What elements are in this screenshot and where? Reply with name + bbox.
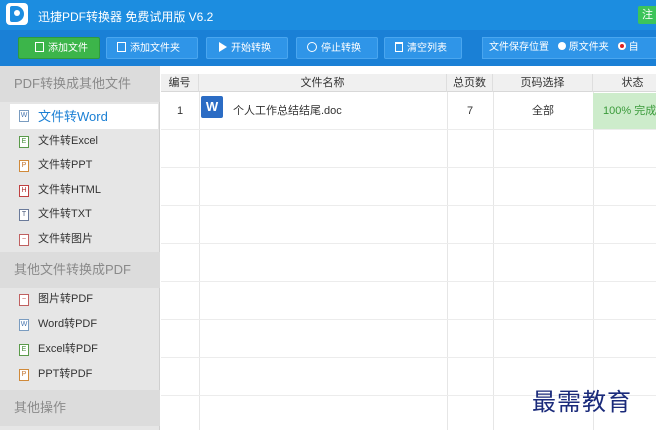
section-other-to-pdf[interactable]: 其他文件转换成PDF [0,252,160,288]
word-document-icon: W [201,96,223,118]
excel-file-icon: E [19,136,29,148]
row-divider [161,205,656,206]
add-folder-label: 添加文件夹 [130,43,180,54]
excel-file-icon: E [19,344,29,356]
file-table: 编号 文件名称 总页数 页码选择 状态 1 W 个人工作总结结尾.doc 7 全… [161,74,656,430]
section-other-operations[interactable]: 其他操作 [0,390,160,426]
sidebar-item-label: 文件转PPT [38,159,93,171]
sidebar-item-file-to-html[interactable]: H 文件转HTML [10,179,158,202]
sidebar-item-file-to-txt[interactable]: T 文件转TXT [10,203,158,226]
save-location-label: 文件保存位置 [489,42,549,53]
add-file-button[interactable]: 添加文件 [18,37,100,59]
row-divider [161,129,656,130]
sidebar-item-file-to-ppt[interactable]: P 文件转PPT [10,154,158,177]
sidebar-item-file-to-word[interactable]: W 文件转Word [10,104,158,129]
save-location-group: 文件保存位置 原文件夹 自 [482,37,656,59]
sidebar-item-label: 文件转Excel [38,135,98,147]
column-divider [199,92,200,430]
word-file-icon: W [19,319,29,331]
sidebar-item-label: 文件转TXT [38,208,92,220]
column-header-index[interactable]: 编号 [161,74,199,92]
sidebar-item-label: PPT转PDF [38,368,93,380]
stop-convert-button[interactable]: 停止转换 [296,37,378,59]
sidebar: PDF转换成其他文件 W 文件转Word E 文件转Excel P 文件转PPT… [0,66,160,430]
cell-filename: 个人工作总结结尾.doc [233,105,342,117]
radio-original-folder-label[interactable]: 原文件夹 [569,42,609,53]
section-pdf-to-other[interactable]: PDF转换成其他文件 [0,66,160,102]
column-header-page-select[interactable]: 页码选择 [493,74,593,92]
row-divider [161,319,656,320]
register-button[interactable]: 注 [638,6,656,24]
cell-status: 100% 完成 [593,93,656,129]
toolbar: 添加文件 添加文件夹 开始转换 停止转换 清空列表 文件保存位置 原文件夹 自 [0,30,656,66]
word-file-icon: W [19,110,29,122]
play-icon [219,42,227,53]
sidebar-item-excel-to-pdf[interactable]: E Excel转PDF [10,338,158,361]
column-divider [447,92,448,430]
window-title: 迅捷PDF转换器 免费试用版 V6.2 [38,10,214,24]
start-convert-label: 开始转换 [231,43,271,54]
row-divider [161,357,656,358]
column-divider [593,92,594,430]
ppt-file-icon: P [19,160,29,172]
clear-list-label: 清空列表 [407,43,447,54]
column-header-pages[interactable]: 总页数 [447,74,493,92]
sidebar-item-label: Word转PDF [38,318,98,330]
sidebar-item-image-to-pdf[interactable]: ~ 图片转PDF [10,288,158,311]
app-logo-icon [6,3,28,25]
sidebar-item-file-to-image[interactable]: ~ 文件转图片 [10,228,158,251]
radio-custom-folder-label[interactable]: 自 [629,42,639,53]
table-header: 编号 文件名称 总页数 页码选择 状态 [161,74,656,92]
stop-icon [307,42,317,53]
sidebar-item-label: 文件转图片 [38,233,93,245]
add-folder-button[interactable]: 添加文件夹 [106,37,198,59]
sidebar-item-file-to-excel[interactable]: E 文件转Excel [10,130,158,153]
trash-icon [395,42,403,53]
column-divider [493,92,494,430]
sidebar-item-ppt-to-pdf[interactable]: P PPT转PDF [10,363,158,386]
sidebar-item-label: Excel转PDF [38,343,98,355]
row-divider [161,281,656,282]
add-file-label: 添加文件 [48,43,88,54]
ppt-file-icon: P [19,369,29,381]
row-divider [161,243,656,244]
cell-index: 1 [176,105,184,117]
title-bar: 迅捷PDF转换器 免费试用版 V6.2 注 [0,0,656,30]
clear-list-button[interactable]: 清空列表 [384,37,462,59]
sidebar-item-label: 图片转PDF [38,293,93,305]
start-convert-button[interactable]: 开始转换 [206,37,288,59]
txt-file-icon: T [19,209,29,221]
column-header-filename[interactable]: 文件名称 [199,74,447,92]
add-folder-icon [117,42,126,53]
row-divider [161,167,656,168]
column-header-status[interactable]: 状态 [593,74,656,92]
radio-original-folder[interactable] [557,42,566,51]
cell-pages: 7 [466,105,474,117]
sidebar-item-label: 文件转Word [38,109,108,124]
stop-convert-label: 停止转换 [321,43,361,54]
image-file-icon: ~ [19,234,29,246]
sidebar-item-word-to-pdf[interactable]: W Word转PDF [10,313,158,336]
cell-page-select[interactable]: 全部 [493,96,593,126]
add-file-icon [35,42,44,53]
image-file-icon: ~ [19,294,29,306]
radio-custom-folder[interactable] [617,42,626,51]
watermark-text: 最需教育 [532,388,632,416]
sidebar-item-label: 文件转HTML [38,184,101,196]
html-file-icon: H [19,185,29,197]
